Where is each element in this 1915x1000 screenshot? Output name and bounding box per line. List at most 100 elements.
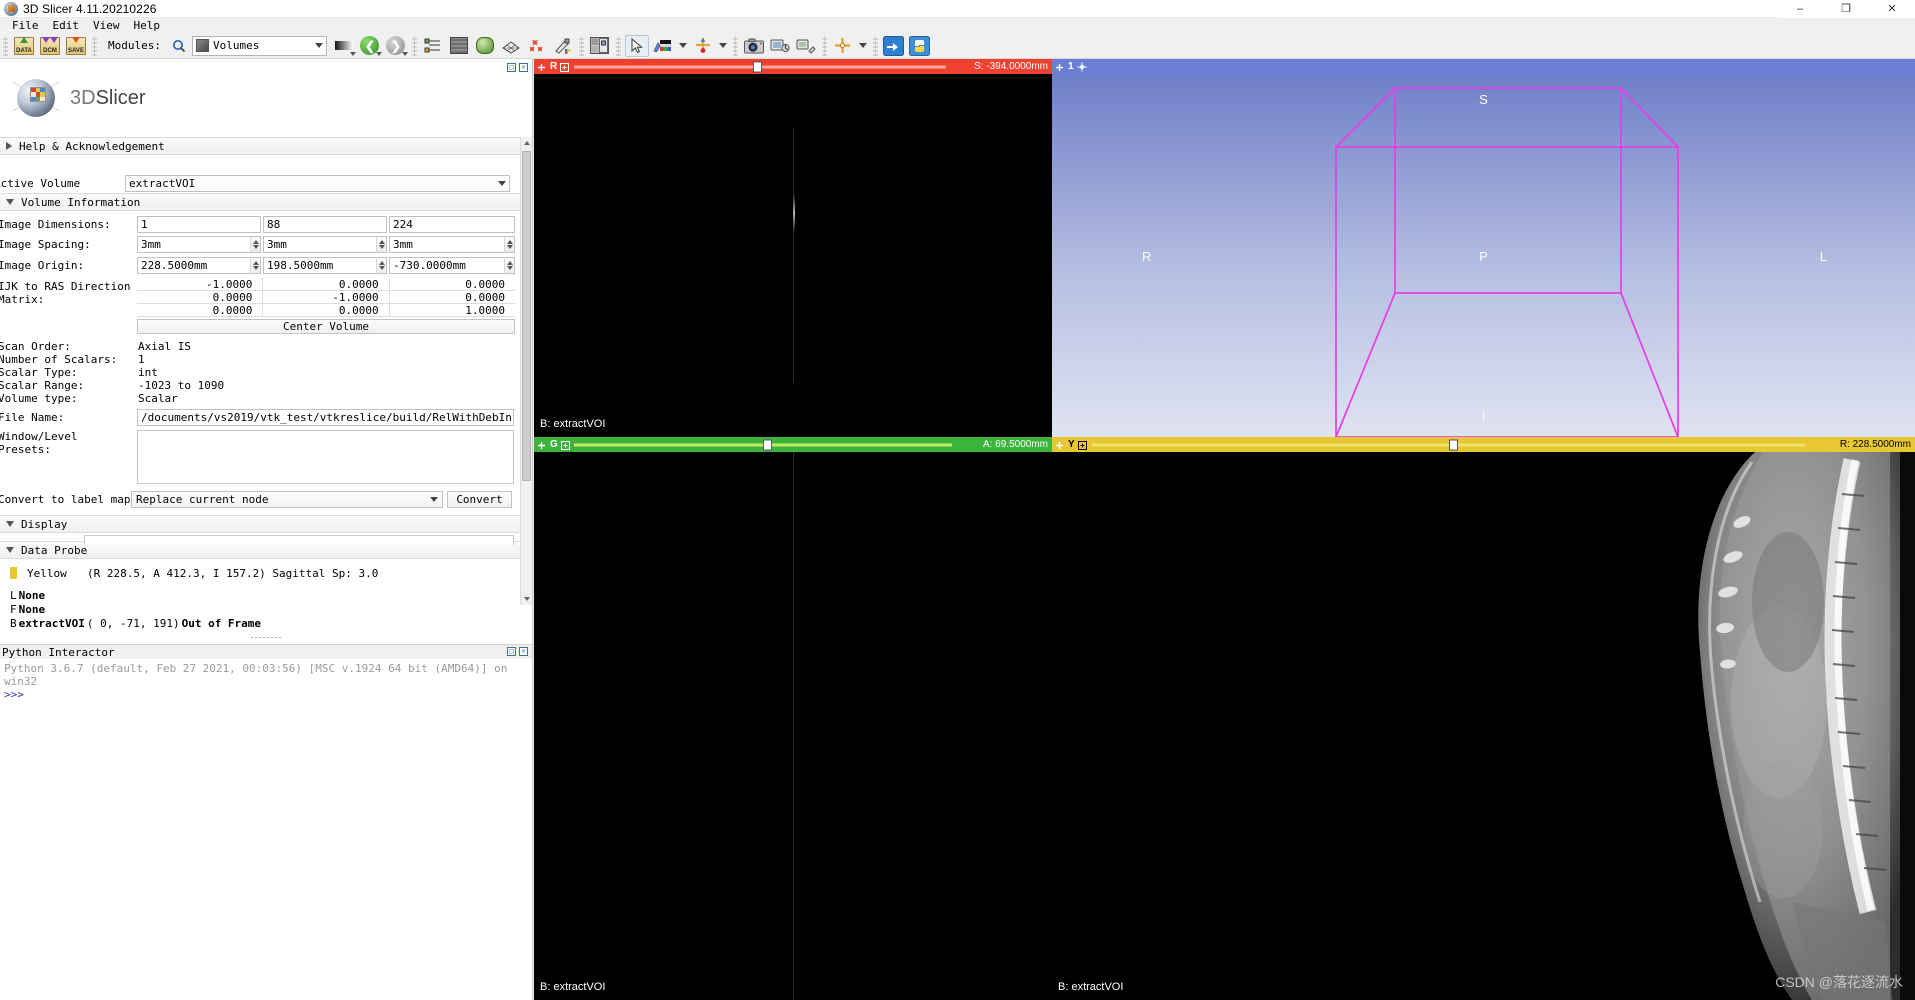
image-spacing-j-stepper[interactable]	[376, 236, 387, 253]
window-level-presets-box[interactable]	[137, 430, 514, 484]
threed-center-icon[interactable]	[1077, 61, 1088, 72]
menu-help[interactable]: Help	[127, 18, 168, 33]
pin-icon[interactable]	[537, 61, 548, 72]
image-origin-r-stepper[interactable]	[250, 257, 261, 274]
image-spacing-i-stepper[interactable]	[250, 236, 261, 253]
red-eye-icon[interactable]	[560, 61, 571, 72]
image-spacing-k[interactable]: 3mm	[389, 236, 504, 253]
image-origin-a[interactable]: 198.5000mm	[263, 257, 376, 274]
pin-icon[interactable]	[1055, 439, 1066, 450]
image-origin-r[interactable]: 228.5000mm	[137, 257, 250, 274]
yellow-slice-view[interactable]: Y R: 228.5000mm B: extractVOI CSDN @落花逐流…	[1052, 437, 1915, 1000]
module-panel-scrollbar[interactable]	[520, 137, 532, 605]
green-slice-canvas[interactable]: B: extractVOI	[534, 452, 1052, 1000]
python-undock-button[interactable]: □	[507, 647, 516, 656]
module-next-icon[interactable]: ❯	[384, 35, 408, 57]
colormap-tool-icon[interactable]	[651, 35, 675, 57]
load-data-icon[interactable]: DATA	[12, 35, 36, 57]
convert-button[interactable]: Convert	[447, 490, 512, 508]
layout-selector-icon[interactable]	[588, 35, 612, 57]
display-section[interactable]: Display	[0, 515, 532, 533]
grid-mesh-icon[interactable]	[499, 35, 523, 57]
panel-close-button[interactable]: ✕	[519, 63, 528, 72]
maximize-button[interactable]: ❐	[1823, 0, 1869, 18]
python-console[interactable]: Python 3.6.7 (default, Feb 27 2021, 00:0…	[0, 659, 532, 704]
subject-hierarchy-icon[interactable]	[421, 35, 445, 57]
markups-place-icon[interactable]	[831, 35, 855, 57]
red-slice-slider[interactable]	[574, 59, 946, 74]
image-dimension-k[interactable]: 224	[389, 215, 515, 233]
panel-undock-button[interactable]: □	[507, 63, 516, 72]
yellow-slice-canvas[interactable]: B: extractVOI CSDN @落花逐流水	[1052, 452, 1915, 1000]
image-dimension-i[interactable]: 1	[137, 215, 261, 233]
threed-view[interactable]: 1 S R P L I	[1052, 59, 1915, 437]
red-slice-view[interactable]: R S: -394.0000mm B: extractVOI	[534, 59, 1052, 437]
colormap-dropdown-icon[interactable]	[677, 35, 689, 57]
image-origin-a-stepper[interactable]	[376, 257, 387, 274]
menu-file[interactable]: File	[5, 18, 46, 33]
crosshair-dropdown-icon[interactable]	[717, 35, 729, 57]
segment-editor-icon[interactable]	[551, 35, 575, 57]
active-volume-selector[interactable]: extractVOI	[125, 174, 510, 192]
image-dimension-j[interactable]: 88	[263, 215, 387, 233]
module-previous-icon[interactable]: ❮	[358, 35, 382, 57]
matrix-cell-2-0[interactable]: 0.0000	[137, 304, 264, 317]
matrix-cell-0-1[interactable]: 0.0000	[263, 278, 390, 291]
search-icon[interactable]	[167, 35, 191, 57]
yellow-eye-icon[interactable]	[1077, 439, 1089, 450]
volume-type-value: Scalar	[138, 391, 178, 405]
help-acknowledgement-section[interactable]: Help & Acknowledgement	[0, 137, 526, 155]
module-favorites-icon[interactable]	[332, 35, 356, 57]
probe-row-f: F None	[0, 602, 532, 616]
mouse-pointer-tool-icon[interactable]	[624, 34, 649, 57]
screenshot-camera-icon[interactable]	[742, 35, 766, 57]
close-button[interactable]: ✕	[1869, 0, 1915, 18]
load-dicom-icon[interactable]: DCM	[38, 35, 62, 57]
center-volume-button[interactable]: Center Volume	[137, 319, 515, 334]
models-icon[interactable]	[473, 35, 497, 57]
volume-information-section[interactable]: Volume Information	[0, 193, 532, 211]
scroll-down-arrow-icon[interactable]	[521, 593, 532, 605]
pin-icon[interactable]	[1055, 61, 1066, 72]
green-slice-view[interactable]: G A: 69.5000mm B: extractVOI	[534, 437, 1052, 1000]
scroll-up-arrow-icon[interactable]	[521, 137, 532, 149]
image-origin-a-wrap: 198.5000mm	[263, 257, 387, 274]
matrix-cell-1-0[interactable]: 0.0000	[137, 291, 264, 304]
volume-rendering-icon[interactable]	[447, 35, 471, 57]
screen-capture-advanced-icon[interactable]	[794, 35, 818, 57]
pin-icon[interactable]	[537, 439, 548, 450]
module-selector[interactable]: Volumes	[191, 35, 327, 56]
title-bar: 3D Slicer 4.11.20210226 – ❐ ✕	[0, 0, 1915, 18]
image-spacing-j[interactable]: 3mm	[263, 236, 376, 253]
matrix-cell-2-2[interactable]: 1.0000	[389, 304, 515, 317]
scrollbar-thumb[interactable]	[522, 151, 531, 481]
minimize-button[interactable]: –	[1777, 0, 1823, 18]
image-origin-s[interactable]: -730.0000mm	[389, 257, 504, 274]
python-console-icon[interactable]	[908, 35, 932, 57]
image-spacing-k-stepper[interactable]	[504, 236, 515, 253]
extension-manager-icon[interactable]	[882, 35, 906, 57]
image-origin-s-stepper[interactable]	[504, 257, 515, 274]
matrix-cell-1-2[interactable]: 0.0000	[389, 291, 515, 304]
file-name-field[interactable]: /documents/vs2019/vtk_test/vtkreslice/bu…	[137, 409, 514, 426]
yellow-slice-slider[interactable]	[1092, 437, 1805, 452]
matrix-cell-2-1[interactable]: 0.0000	[263, 304, 390, 317]
crosshair-tool-icon[interactable]	[691, 35, 715, 57]
panel-splitter-handle[interactable]	[0, 630, 532, 644]
convert-mode-selector[interactable]: Replace current node	[131, 490, 443, 508]
green-eye-icon[interactable]	[560, 439, 572, 450]
matrix-cell-0-0[interactable]: -1.0000	[137, 278, 264, 291]
red-slice-canvas[interactable]: B: extractVOI	[534, 74, 1052, 437]
green-slice-slider[interactable]	[574, 437, 952, 452]
python-close-button[interactable]: ✕	[519, 647, 528, 656]
save-data-icon[interactable]: SAVE	[64, 35, 88, 57]
image-spacing-i[interactable]: 3mm	[137, 236, 250, 253]
markups-icon[interactable]	[525, 35, 549, 57]
menu-edit[interactable]: Edit	[46, 18, 87, 33]
menu-view[interactable]: View	[86, 18, 127, 33]
matrix-cell-0-2[interactable]: 0.0000	[389, 278, 515, 291]
markups-dropdown-icon[interactable]	[857, 35, 869, 57]
screen-capture-icon[interactable]	[768, 35, 792, 57]
threed-render-canvas[interactable]: S R P L I	[1052, 74, 1915, 437]
matrix-cell-1-1[interactable]: -1.0000	[263, 291, 390, 304]
